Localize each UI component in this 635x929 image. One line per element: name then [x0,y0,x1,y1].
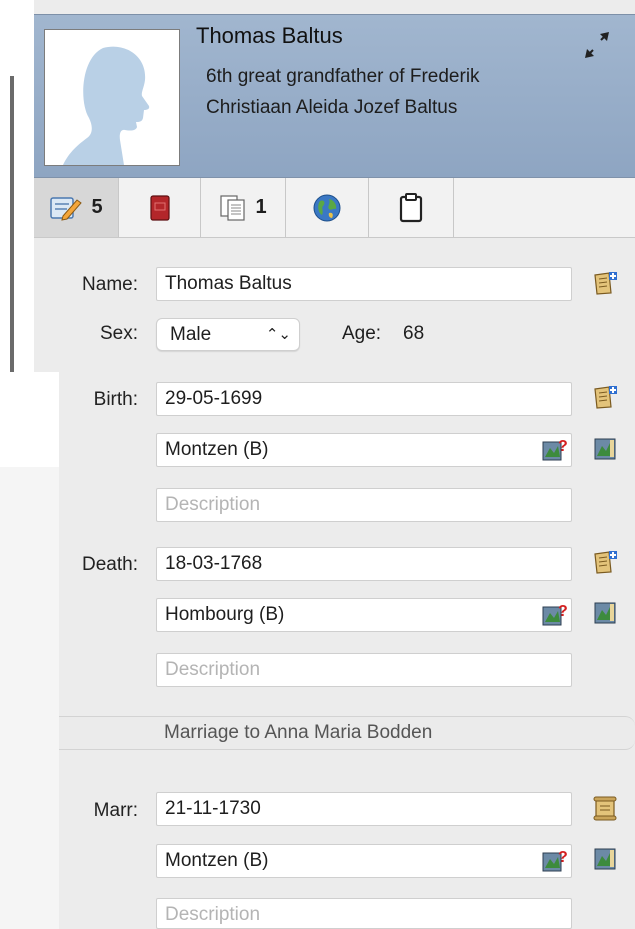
death-place-field[interactable]: Hombourg (B) [156,598,572,632]
age-label: Age: [342,323,382,344]
add-fact-icon[interactable] [592,549,618,575]
add-fact-icon[interactable] [592,270,618,296]
birth-date-field[interactable]: 29-05-1699 [156,382,572,416]
birth-place-field[interactable]: Montzen (B) [156,433,572,467]
person-name: Thomas Baltus [196,23,343,48]
book-icon [149,194,170,221]
marriage-description-field[interactable]: Description [156,898,572,929]
splitter-handle[interactable] [10,76,14,372]
tab-clipboard[interactable] [369,178,454,237]
tab-book[interactable] [119,178,201,237]
svg-text:?: ? [558,438,567,455]
map-icon[interactable] [592,846,618,872]
detail-tab-bar: 5 1 [34,178,635,238]
svg-text:?: ? [558,849,567,866]
age-value: 68 [403,323,425,344]
globe-icon [313,194,341,221]
sex-value: Male [170,324,212,345]
expand-arrows-icon[interactable] [582,29,612,59]
sex-label: Sex: [99,323,138,344]
documents-count: 1 [255,196,267,218]
notes-count: 5 [91,196,103,218]
left-panel-edge [0,0,34,372]
person-photo[interactable] [44,29,180,166]
person-header: Thomas Baltus 6th great grandfather of F… [34,14,635,178]
place-lookup-icon[interactable]: ? [541,602,567,628]
marriage-date-field[interactable]: 21-11-1730 [156,792,572,826]
tab-edit-notes[interactable]: 5 [34,178,119,237]
death-date-field[interactable]: 18-03-1768 [156,547,572,581]
scroll-icon[interactable] [592,795,618,821]
documents-icon [220,194,246,221]
name-label: Name: [82,274,138,295]
edit-notes-icon [50,196,83,221]
add-fact-icon[interactable] [592,384,618,410]
chevron-updown-icon: ⌃⌄ [265,326,291,343]
sex-select[interactable]: Male ⌃⌄ [156,318,300,351]
tab-web[interactable] [286,178,369,237]
death-label: Death: [82,554,138,575]
tab-documents[interactable]: 1 [201,178,286,237]
marr-label: Marr: [93,800,138,821]
relationship-line-1: 6th great grandfather of Frederik [206,66,480,87]
svg-text:?: ? [558,603,567,620]
birth-description-field[interactable]: Description [156,488,572,522]
silhouette-icon [63,46,150,165]
death-description-field[interactable]: Description [156,653,572,687]
marriage-title: Marriage to Anna Maria Bodden [164,722,433,743]
left-panel-edge-mid [0,372,59,467]
marriage-place-field[interactable]: Montzen (B) [156,844,572,878]
place-lookup-icon[interactable]: ? [541,848,567,874]
place-lookup-icon[interactable]: ? [541,437,567,463]
relationship-line-2: Christiaan Aleida Jozef Baltus [206,97,458,118]
map-icon[interactable] [592,600,618,626]
clipboard-icon [399,192,423,222]
left-panel-edge-low [0,467,59,929]
name-field[interactable]: Thomas Baltus [156,267,572,301]
map-icon[interactable] [592,436,618,462]
birth-label: Birth: [93,389,138,410]
